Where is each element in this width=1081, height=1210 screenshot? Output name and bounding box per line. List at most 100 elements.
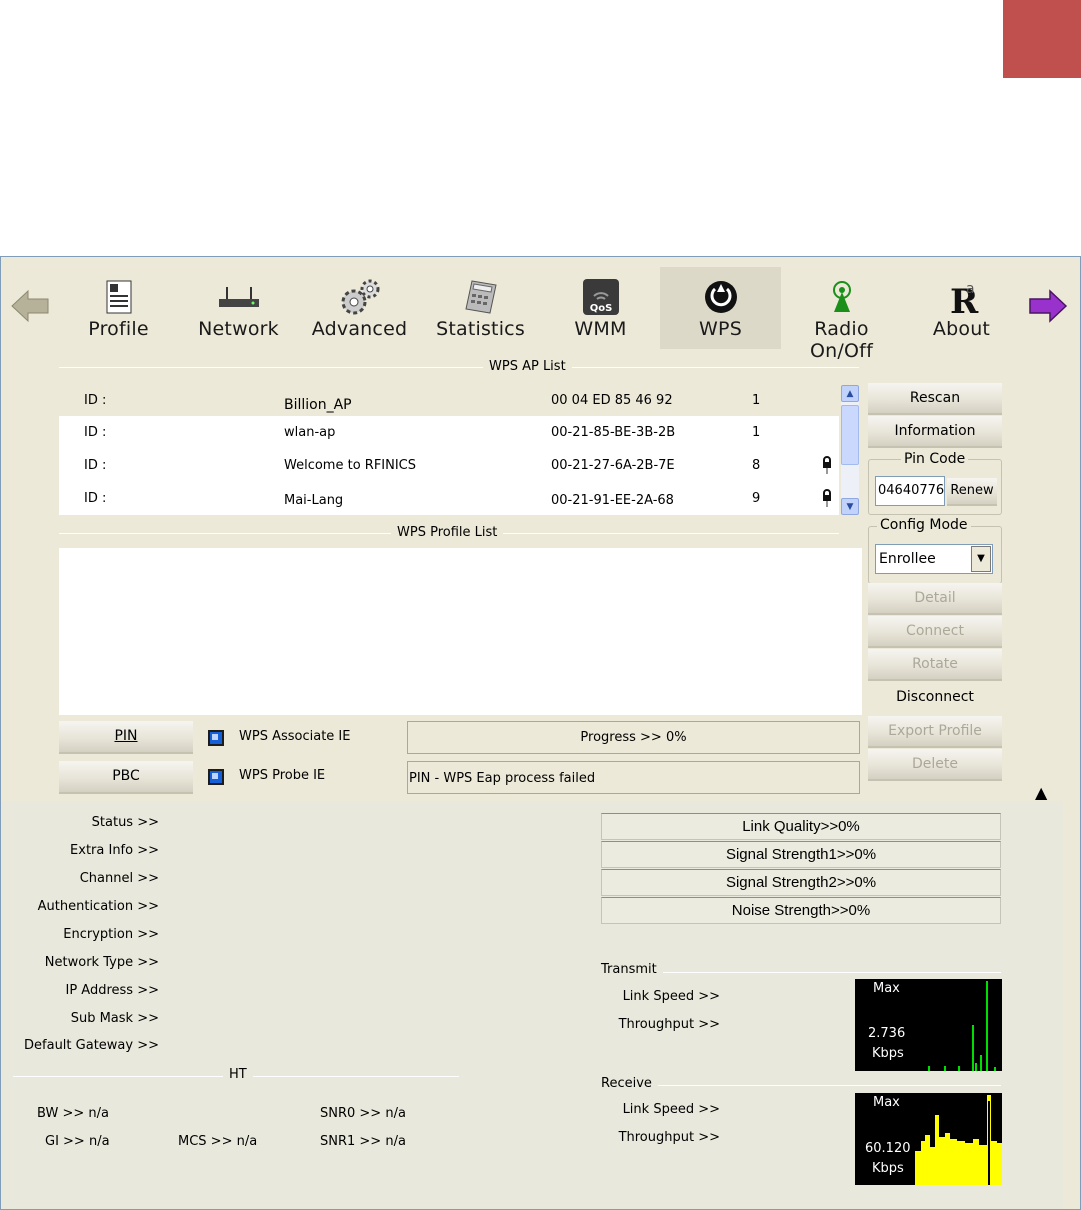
radio-antenna-icon xyxy=(781,277,902,317)
tool-profile[interactable]: Profile xyxy=(58,267,179,349)
pin-label: PIN xyxy=(114,728,138,744)
pbc-label: PBC xyxy=(112,768,140,784)
back-arrow-icon[interactable] xyxy=(10,289,50,323)
tool-statistics[interactable]: Statistics xyxy=(420,267,541,349)
ap-ssid: Welcome to RFINICS xyxy=(284,458,417,473)
receive-title: Receive xyxy=(595,1076,658,1091)
ap-id: ID : xyxy=(84,491,107,506)
ap-list-scrollbar[interactable]: ▲ ▼ xyxy=(841,385,859,515)
transmit-graph-unit: Kbps xyxy=(872,1046,904,1061)
config-mode-value: Enrollee xyxy=(879,551,936,567)
disconnect-button[interactable]: Disconnect xyxy=(868,682,1002,714)
tool-label: About xyxy=(932,318,991,340)
tool-advanced[interactable]: Advanced xyxy=(299,267,420,349)
ap-row[interactable]: ID : Welcome to RFINICS 00-21-27-6A-2B-7… xyxy=(59,449,839,481)
link-quality-meter: Link Quality>>0% xyxy=(601,813,1001,840)
tool-label: Profile xyxy=(88,318,149,340)
ap-ssid: wlan-ap xyxy=(284,425,336,440)
config-mode-title: Config Mode xyxy=(877,517,971,533)
information-button[interactable]: Information xyxy=(868,416,1002,448)
wps-profile-list[interactable] xyxy=(59,548,862,715)
transmit-graph-value: 2.736 xyxy=(868,1026,906,1041)
wps-associate-ie-checkbox[interactable] xyxy=(208,730,224,746)
ap-ssid: Billion_AP xyxy=(284,397,352,413)
config-mode-select[interactable]: Enrollee ▼ xyxy=(875,544,993,574)
receive-link-speed-label: Link Speed >> xyxy=(622,1102,720,1117)
ap-row[interactable]: ID : Mai-Lang 00-21-91-EE-2A-68 9 xyxy=(59,482,839,514)
about-r-icon: Ra xyxy=(901,277,1022,317)
transmit-throughput-graph: Max 2.736 Kbps xyxy=(855,979,1002,1071)
svg-text:QoS: QoS xyxy=(589,303,612,314)
bw-value: BW >> n/a xyxy=(37,1106,109,1121)
default-gateway-label: Default Gateway >> xyxy=(24,1038,159,1053)
gi-value: GI >> n/a xyxy=(45,1134,110,1149)
export-profile-button[interactable]: Export Profile xyxy=(868,716,1002,748)
receive-throughput-label: Throughput >> xyxy=(618,1130,720,1145)
rescan-button[interactable]: Rescan xyxy=(868,383,1002,415)
pbc-button[interactable]: PBC xyxy=(59,761,193,794)
receive-throughput-graph: Max 60.120 Kbps xyxy=(855,1093,1002,1185)
sub-mask-label: Sub Mask >> xyxy=(70,1011,159,1026)
wireless-utility-window: Profile Network Advanced Statistics QoS … xyxy=(0,256,1081,1210)
ht-title: HT xyxy=(223,1067,253,1082)
pin-code-field[interactable]: 04640776 xyxy=(875,476,945,506)
network-type-label: Network Type >> xyxy=(44,955,159,970)
wps-probe-ie-checkbox[interactable] xyxy=(208,769,224,785)
transmit-link-speed-label: Link Speed >> xyxy=(622,989,720,1004)
advanced-gears-icon xyxy=(299,277,420,317)
ap-channel: 9 xyxy=(752,491,761,506)
connect-button[interactable]: Connect xyxy=(868,616,1002,648)
receive-divider xyxy=(601,1085,1001,1086)
tool-network[interactable]: Network xyxy=(178,267,299,349)
signal-strength2-meter: Signal Strength2>>0% xyxy=(601,869,1001,896)
ap-id: ID : xyxy=(84,425,107,440)
ap-bssid: 00-21-27-6A-2B-7E xyxy=(551,458,675,473)
pin-button[interactable]: PIN xyxy=(59,721,193,754)
dropdown-arrow-icon[interactable]: ▼ xyxy=(971,546,991,572)
wps-icon xyxy=(660,277,781,317)
noise-strength-meter: Noise Strength>>0% xyxy=(601,897,1001,924)
ap-id: ID : xyxy=(84,458,107,473)
snr0-value: SNR0 >> n/a xyxy=(320,1106,406,1121)
tool-about[interactable]: Ra About xyxy=(901,267,1022,349)
statistics-calculator-icon xyxy=(420,277,541,317)
wps-ap-list: ID : Billion_AP 00 04 ED 85 46 92 1 ID :… xyxy=(59,384,839,515)
ap-row[interactable]: ID : Billion_AP 00 04 ED 85 46 92 1 xyxy=(59,384,839,416)
receive-graph-unit: Kbps xyxy=(872,1161,904,1176)
wps-associate-ie-label: WPS Associate IE xyxy=(239,729,351,744)
renew-button[interactable]: Renew xyxy=(947,478,997,506)
wps-probe-ie-label: WPS Probe IE xyxy=(239,768,326,783)
tool-label: Advanced xyxy=(311,318,408,340)
wps-profile-list-title: WPS Profile List xyxy=(391,525,504,540)
transmit-title: Transmit xyxy=(595,962,663,977)
tool-wps[interactable]: WPS xyxy=(660,267,781,349)
scroll-thumb[interactable] xyxy=(841,405,859,465)
receive-graph-value: 60.120 xyxy=(865,1141,911,1156)
wps-status-message: PIN - WPS Eap process failed xyxy=(407,761,860,794)
wmm-qos-icon: QoS xyxy=(540,277,661,317)
svg-text:R: R xyxy=(950,282,979,317)
ip-address-label: IP Address >> xyxy=(65,983,160,998)
ap-channel: 1 xyxy=(752,425,761,440)
tool-radio-on-off[interactable]: Radio On/Off xyxy=(781,267,902,362)
lock-icon xyxy=(823,456,831,474)
rotate-button[interactable]: Rotate xyxy=(868,649,1002,681)
wps-progress: Progress >> 0% xyxy=(407,721,860,754)
delete-button[interactable]: Delete xyxy=(868,749,1002,781)
collapse-arrow-icon[interactable]: ▲ xyxy=(1035,783,1047,802)
network-icon xyxy=(178,277,299,317)
ap-bssid: 00-21-91-EE-2A-68 xyxy=(551,493,674,508)
tool-wmm[interactable]: QoS WMM xyxy=(540,267,661,349)
transmit-graph-max: Max xyxy=(873,981,900,996)
ap-ssid: Mai-Lang xyxy=(284,493,344,508)
ap-id: ID : xyxy=(84,393,107,408)
scroll-down-icon[interactable]: ▼ xyxy=(841,498,859,515)
red-corner-block xyxy=(1003,0,1081,78)
snr1-value: SNR1 >> n/a xyxy=(320,1134,406,1149)
detail-button[interactable]: Detail xyxy=(868,583,1002,615)
scroll-up-icon[interactable]: ▲ xyxy=(841,385,859,402)
wps-ap-list-title: WPS AP List xyxy=(483,359,572,374)
forward-arrow-icon[interactable] xyxy=(1028,289,1068,323)
ap-row[interactable]: ID : wlan-ap 00-21-85-BE-3B-2B 1 xyxy=(59,416,839,448)
extra-info-label: Extra Info >> xyxy=(70,843,159,858)
